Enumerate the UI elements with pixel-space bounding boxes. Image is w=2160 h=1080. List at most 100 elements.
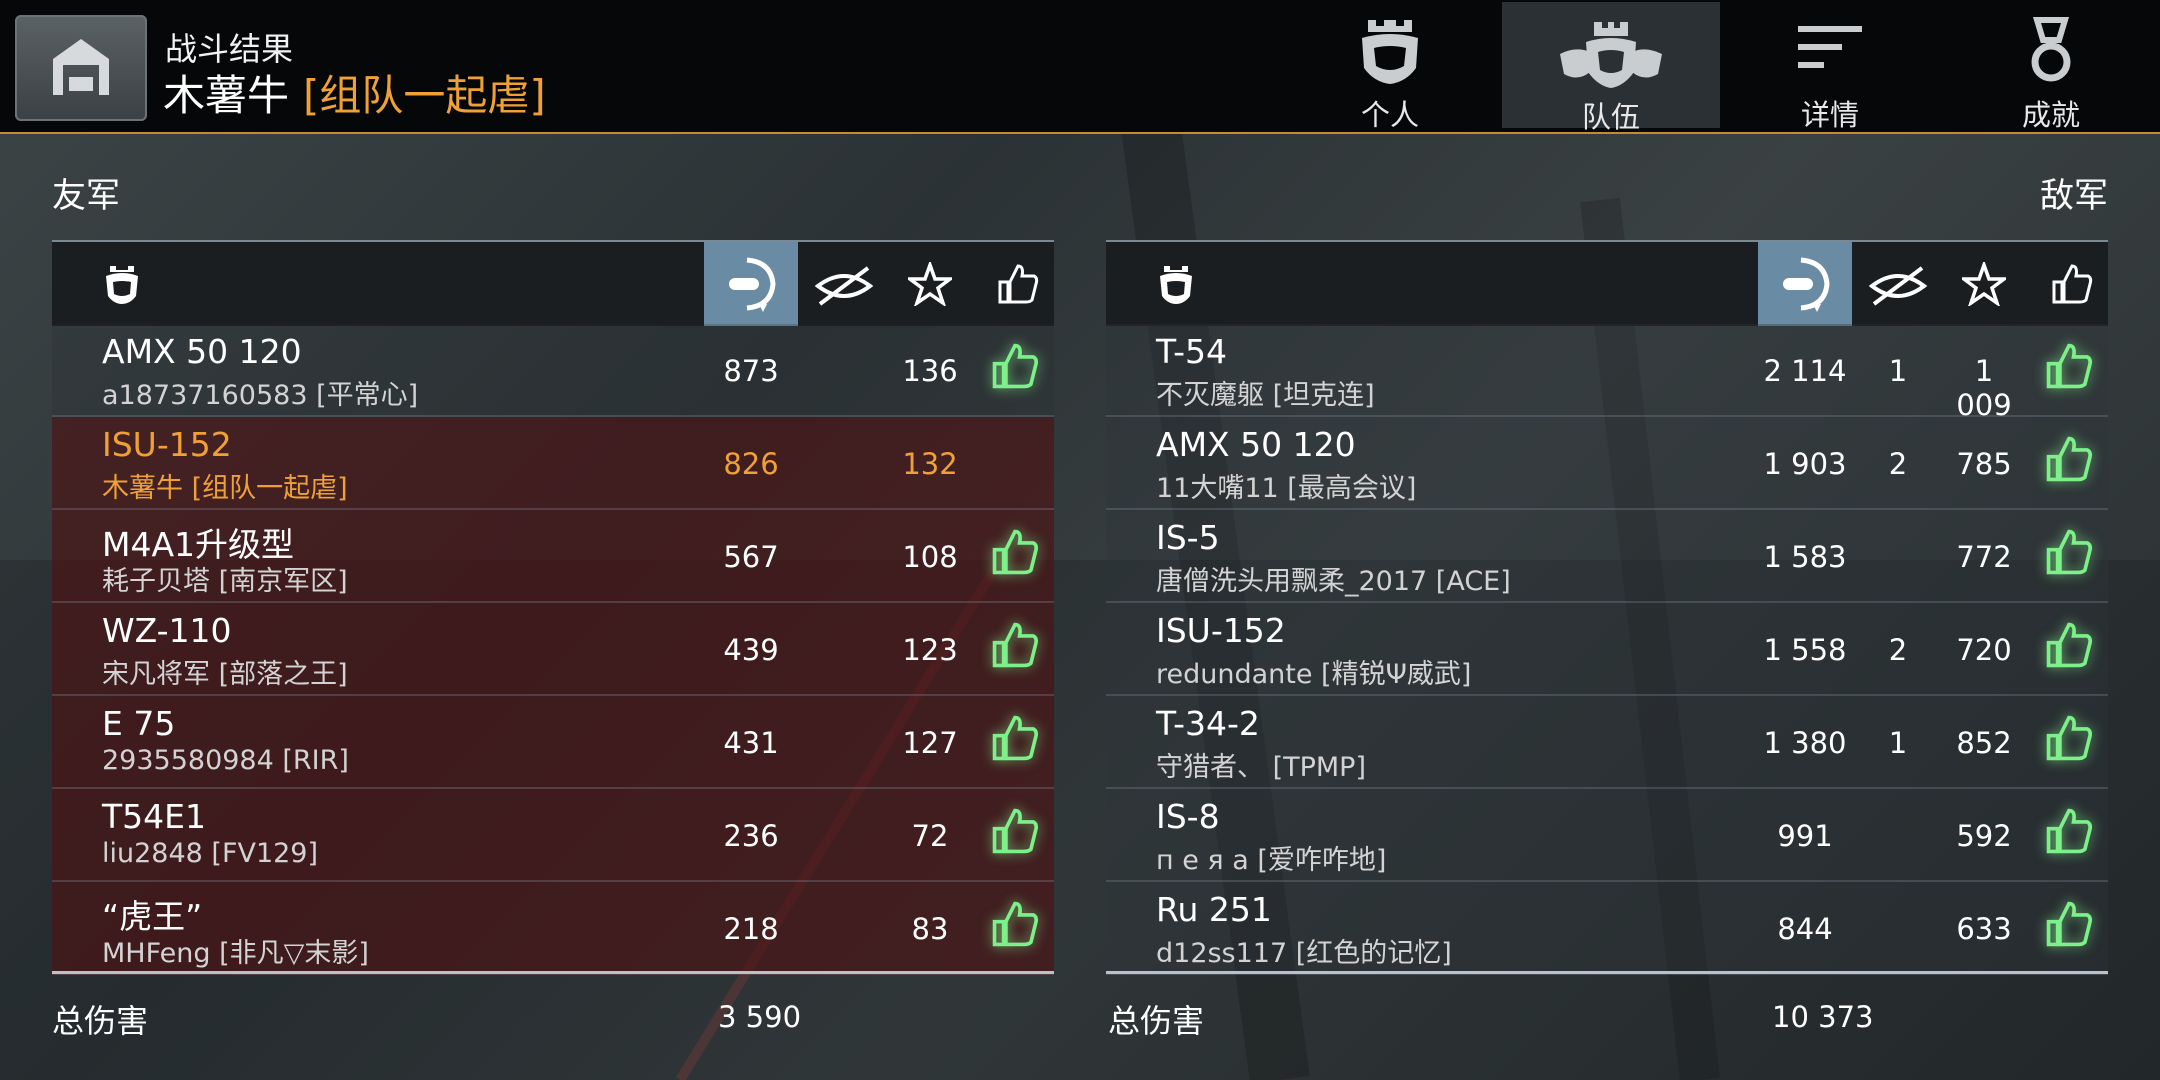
vehicle-name: E 75 — [102, 704, 176, 743]
vehicle-column-header[interactable] — [1146, 242, 1206, 326]
thumbs-up-icon[interactable] — [990, 806, 1040, 860]
crew-helmet-icon — [1160, 266, 1192, 304]
vehicle-name: AMX 50 120 — [102, 332, 302, 371]
ally-row[interactable]: ISU-152 木薯牛 [组队一起虐] 826 132 — [52, 417, 1054, 510]
vehicle-name: IS-5 — [1156, 518, 1220, 557]
experience-value: 83 — [911, 912, 949, 946]
hidden-eye-icon — [1868, 266, 1928, 306]
spotted-value: 1 — [1888, 354, 1908, 388]
thumbs-up-icon[interactable] — [2044, 620, 2094, 674]
vehicle-name: T-34-2 — [1156, 704, 1260, 743]
experience-value: 785 — [1956, 447, 2012, 481]
enemy-row[interactable]: IS-5 唐僧洗头用飘柔_2017 [ACE] 1 583 772 — [1106, 510, 2108, 603]
damage-value: 431 — [723, 726, 779, 760]
shell-hit-icon — [1783, 257, 1830, 312]
damage-column-header[interactable] — [704, 242, 798, 326]
thumbs-up-icon[interactable] — [990, 713, 1040, 767]
tab-achievements[interactable]: 成就 — [1942, 0, 2160, 132]
damage-value: 1 903 — [1763, 447, 1847, 481]
player-name: MHFeng [非凡▽末影] — [102, 938, 369, 969]
player-name: 2935580984 [RIR] — [102, 745, 349, 776]
thumbs-up-icon[interactable] — [990, 899, 1040, 953]
player-name: 唐僧洗头用飘柔_2017 [ACE] — [1156, 566, 1511, 597]
thumbs-up-icon[interactable] — [2044, 434, 2094, 488]
enemy-row[interactable]: T-34-2 守猎者、 [TPMP] 1 380 1 852 — [1106, 696, 2108, 789]
helmet-icon — [1362, 20, 1418, 84]
enemy-row[interactable]: IS-8 п е я а [爱咋咋地] 991 592 — [1106, 789, 2108, 882]
enemy-row[interactable]: ISU-152 redundante [精锐Ψ威武] 1 558 2 720 — [1106, 603, 2108, 696]
enemies-table-header — [1106, 240, 2108, 326]
damage-value: 439 — [723, 633, 779, 667]
crew-helmet-icon — [106, 266, 138, 304]
spotted-value: 2 — [1888, 447, 1908, 481]
enemy-row[interactable]: Ru 251 d12ss117 [红色的记忆] 844 633 — [1106, 882, 2108, 975]
ally-row[interactable]: “虎王” MHFeng [非凡▽末影] 218 83 — [52, 882, 1054, 975]
experience-value: 633 — [1956, 912, 2012, 946]
player-name: d12ss117 [红色的记忆] — [1156, 938, 1452, 969]
experience-value: 72 — [911, 819, 949, 853]
thumbs-up-icon[interactable] — [990, 527, 1040, 581]
player-name: 宋凡将军 [部落之王] — [102, 659, 348, 690]
experience-value: 123 — [902, 633, 958, 667]
like-column-header[interactable] — [2032, 242, 2108, 326]
experience-value: 108 — [902, 540, 958, 574]
player-name: 守猎者、 [TPMP] — [1156, 752, 1367, 783]
garage-button[interactable] — [15, 15, 147, 121]
spotted-column-header[interactable] — [804, 242, 884, 326]
damage-value: 218 — [723, 912, 779, 946]
allies-total-label: 总伤害 — [52, 1002, 149, 1040]
shell-hit-icon — [729, 257, 776, 312]
vehicle-name: Ru 251 — [1156, 890, 1272, 929]
player-name: 木薯牛 [组队一起虐] — [102, 473, 348, 504]
ally-row[interactable]: WZ-110 宋凡将军 [部落之王] 439 123 — [52, 603, 1054, 696]
thumbs-up-icon[interactable] — [2044, 341, 2094, 395]
experience-value: 127 — [902, 726, 958, 760]
allies-table-header — [52, 240, 1054, 326]
allies-label: 友军 — [52, 176, 120, 216]
medal-icon — [2031, 17, 2071, 82]
damage-value: 991 — [1777, 819, 1833, 853]
damage-value: 844 — [1777, 912, 1833, 946]
tab-details[interactable]: 详情 — [1721, 0, 1939, 132]
thumbs-up-icon[interactable] — [990, 620, 1040, 674]
experience-value: 772 — [1956, 540, 2012, 574]
tab-achievements-label: 成就 — [2021, 98, 2080, 132]
thumbs-up-icon[interactable] — [2044, 806, 2094, 860]
ally-row[interactable]: T54E1 liu2848 [FV129] 236 72 — [52, 789, 1054, 882]
player-name: 不灭魔躯 [坦克连] — [1156, 380, 1375, 411]
player-name: redundante [精锐Ψ威武] — [1156, 659, 1472, 690]
thumbs-up-icon — [998, 264, 1039, 304]
thumbs-up-icon[interactable] — [2044, 713, 2094, 767]
list-lines-icon — [1798, 26, 1862, 68]
player-name: a18737160583 [平常心] — [102, 380, 419, 411]
thumbs-up-icon[interactable] — [990, 341, 1040, 395]
tab-details-label: 详情 — [1800, 98, 1859, 132]
spotted-column-header[interactable] — [1858, 242, 1938, 326]
ally-row[interactable]: E 75 2935580984 [RIR] 431 127 — [52, 696, 1054, 789]
enemy-row[interactable]: AMX 50 120 11大嘴11 [最高会议] 1 903 2 785 — [1106, 417, 2108, 510]
like-column-header[interactable] — [978, 242, 1054, 326]
tab-personal[interactable]: 个人 — [1281, 0, 1499, 132]
ally-row[interactable]: AMX 50 120 a18737160583 [平常心] 873 136 — [52, 324, 1054, 417]
ally-row[interactable]: M4A1升级型 耗子贝塔 [南京军区] 567 108 — [52, 510, 1054, 603]
damage-value: 873 — [723, 354, 779, 388]
damage-column-header[interactable] — [1758, 242, 1852, 326]
vehicle-column-header[interactable] — [92, 242, 152, 326]
vehicle-name: ISU-152 — [102, 425, 232, 464]
damage-value: 826 — [723, 447, 779, 481]
experience-column-header[interactable] — [1944, 242, 2024, 326]
tab-team[interactable]: 队伍 — [1502, 2, 1720, 134]
spotted-value: 2 — [1888, 633, 1908, 667]
vehicle-name: IS-8 — [1156, 797, 1220, 836]
experience-column-header[interactable] — [890, 242, 970, 326]
thumbs-up-icon[interactable] — [2044, 899, 2094, 953]
enemies-table-footer — [1106, 971, 2108, 974]
player-title: 木薯牛 [组队一起虐] — [163, 62, 546, 123]
experience-value: 720 — [1956, 633, 2012, 667]
thumbs-up-icon[interactable] — [2044, 527, 2094, 581]
tab-personal-label: 个人 — [1360, 98, 1419, 132]
damage-value: 2 114 — [1763, 354, 1847, 388]
experience-value: 852 — [1956, 726, 2012, 760]
enemy-row[interactable]: T-54 不灭魔躯 [坦克连] 2 114 1 1 009 — [1106, 324, 2108, 422]
player-name: liu2848 [FV129] — [102, 838, 319, 869]
